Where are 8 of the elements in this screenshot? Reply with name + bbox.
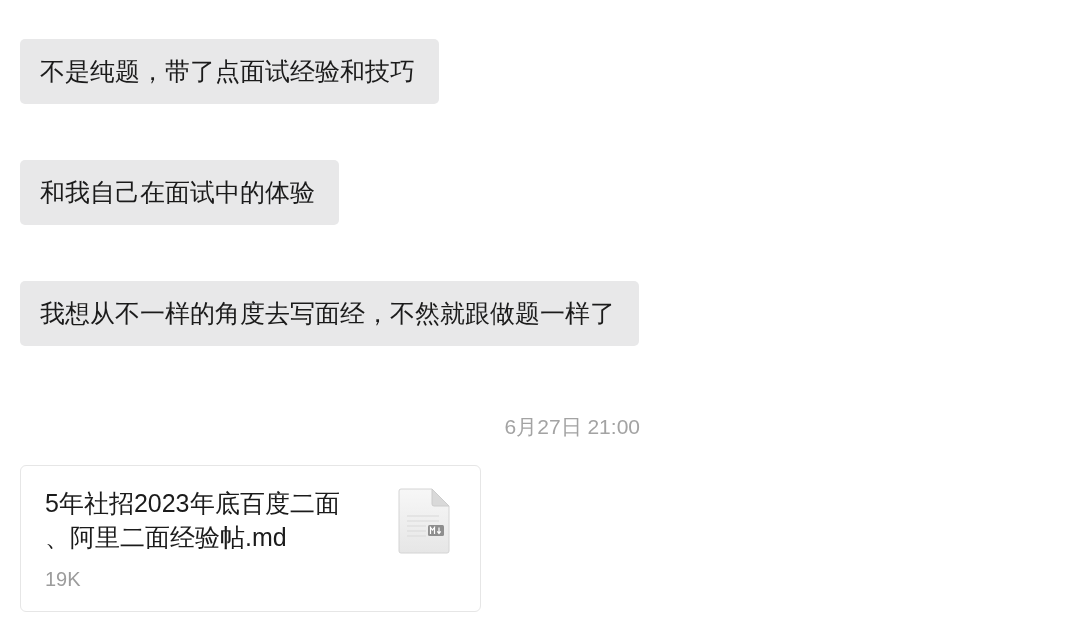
message-bubble: 我想从不一样的角度去写面经，不然就跟做题一样了	[20, 281, 639, 346]
document-icon	[398, 488, 450, 554]
timestamp: 6月27日 21:00	[504, 414, 640, 440]
file-name: 5年社招2023年底百度二面、阿里二面经验帖.md	[45, 488, 341, 553]
message-bubble: 和我自己在面试中的体验	[20, 160, 339, 225]
file-size: 19K	[45, 567, 81, 592]
file-card[interactable]: 5年社招2023年底百度二面、阿里二面经验帖.md 19K	[20, 465, 481, 612]
message-bubble: 不是纯题，带了点面试经验和技巧	[20, 39, 439, 104]
